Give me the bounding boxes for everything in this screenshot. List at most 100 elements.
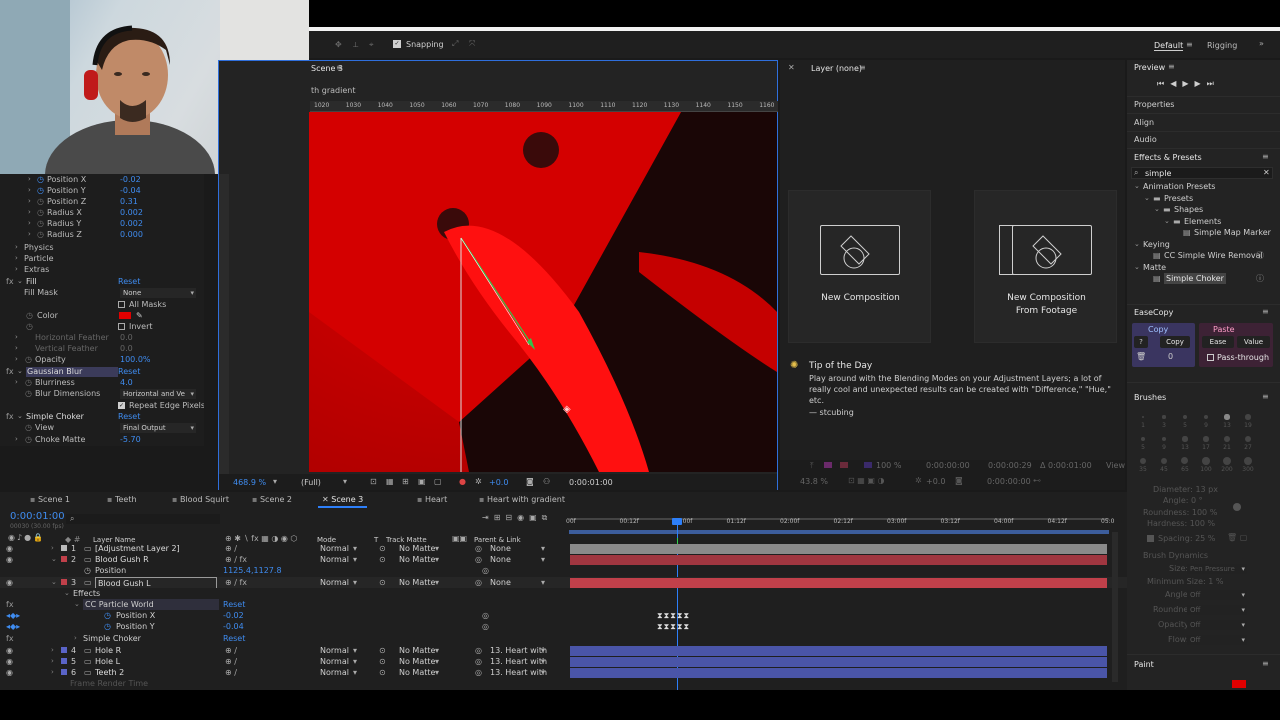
preset-tree-item[interactable]: ⌄ ▬ Elements [1127, 216, 1277, 227]
comp-timecode[interactable]: 0:00:01:00 [569, 478, 613, 487]
mode-dropdown-icon[interactable]: ▾ [353, 543, 357, 554]
layer-panel-title[interactable]: Layer (none) [811, 64, 862, 73]
brush-tip[interactable]: 9 [1196, 410, 1216, 430]
preset-tree-item[interactable]: ⌄ ▬ Shapes [1127, 204, 1277, 215]
stopwatch-icon[interactable]: ◷ [37, 185, 44, 196]
timeline-tab[interactable]: ▪ Teeth [103, 492, 141, 508]
stopwatch-icon[interactable]: ◷ [37, 218, 44, 229]
effect-value[interactable]: 0.31 [120, 196, 138, 207]
size-dropdown[interactable]: Pen Pressure [1187, 564, 1247, 574]
property-value[interactable]: 1125.4,1127.8 [223, 565, 282, 576]
layer-duration-bar[interactable] [570, 657, 1107, 667]
grid-icon[interactable]: ⊞ [402, 477, 409, 486]
eye-icon[interactable]: ◉ [6, 667, 13, 678]
reset-link[interactable]: Reset [118, 366, 140, 377]
roundness-dropdown[interactable]: Off [1187, 605, 1247, 615]
effect-value[interactable]: 100.0% [120, 354, 151, 365]
matte-dropdown-icon[interactable]: ▾ [435, 543, 439, 554]
timeline-tab[interactable]: ▪ Heart [413, 492, 451, 508]
brushes-title[interactable]: Brushes [1134, 393, 1166, 402]
panel-menu-icon[interactable]: ≡ [336, 63, 343, 72]
timeline-tab[interactable]: ▪ Heart with gradient [475, 492, 569, 508]
brush-tip[interactable]: 200 [1217, 454, 1237, 474]
eyedropper-icon[interactable]: ✎ [136, 310, 143, 321]
brush-tip[interactable]: 1 [1133, 410, 1153, 430]
effect-value[interactable]: 0.002 [120, 218, 143, 229]
brush-icons[interactable]: 🗑 ▢ [1227, 533, 1247, 542]
pickwhip-icon[interactable]: ◎ [475, 656, 482, 667]
align-title[interactable]: Align [1134, 118, 1154, 127]
hand-tool-icon[interactable]: ✥ [335, 40, 342, 49]
close-icon[interactable]: ✕ [322, 495, 331, 504]
label-color-swatch[interactable] [61, 579, 67, 585]
layer-row[interactable]: ◉ › 6 ▭ Teeth 2 ⊕ ∕ Normal ▾ ⊙ No Matte … [0, 667, 1127, 678]
pickwhip-icon[interactable]: ◎ [475, 543, 482, 554]
layer-timecode[interactable]: 0:00:00:00 [987, 477, 1031, 486]
fill-mask-dropdown[interactable]: None [120, 288, 196, 298]
matte-dropdown-icon[interactable]: ▾ [435, 667, 439, 678]
timeline-tab[interactable]: ▪ Scene 1 [26, 492, 74, 508]
layer-row[interactable]: ◉ › 5 ▭ Hole L ⊕ ∕ Normal ▾ ⊙ No Matte ▾… [0, 656, 1127, 667]
fullscreen-icon[interactable]: ⊡ [370, 477, 377, 486]
mode-dropdown-icon[interactable]: ▾ [353, 554, 357, 565]
pin-tool-icon[interactable]: ⟂ [353, 40, 358, 50]
brush-tip[interactable]: 19 [1238, 410, 1258, 430]
layer-row[interactable]: ◉ ⌄ 2 ▭ Blood Gush R ⊕ ∕ fx Normal ▾ ⊙ N… [0, 554, 1127, 565]
stopwatch-icon[interactable]: ◷ [84, 565, 91, 576]
color-management-icon[interactable]: ✲ [475, 477, 482, 486]
workspace-overflow-icon[interactable]: » [1259, 39, 1264, 48]
matte-source-icon[interactable]: ⊙ [379, 667, 386, 678]
parent-dropdown-icon[interactable]: ▾ [541, 656, 545, 667]
trash-icon[interactable]: 🗑 [1136, 352, 1146, 361]
chevron-down-icon[interactable]: ⌄ [64, 588, 70, 599]
layer-row[interactable]: ◉ › 1 ▭ [Adjustment Layer 2] ⊕ ∕ Normal … [0, 543, 1127, 554]
snap-option-icon[interactable]: ⤢ [452, 39, 458, 49]
expand-icon[interactable]: › [51, 667, 54, 678]
preset-tree-item[interactable]: ⌄ Matte [1127, 262, 1277, 273]
keyframe-icons[interactable]: ⧗⧗⧗⧗⧗ [657, 610, 690, 621]
effect-value[interactable]: -0.04 [120, 185, 141, 196]
chevron-down-icon[interactable]: ⌄ [1144, 193, 1150, 204]
layer-name[interactable]: Hole R [95, 645, 121, 656]
mode-dropdown-icon[interactable]: ▾ [353, 656, 357, 667]
pass-through-checkbox[interactable] [1207, 354, 1214, 361]
keyframe-nav-icon[interactable]: ◂◆▸ [6, 621, 20, 632]
matte-dropdown-icon[interactable]: ▾ [435, 645, 439, 656]
layer-name[interactable]: Teeth 2 [95, 667, 124, 678]
matte-source-icon[interactable]: ⊙ [379, 656, 386, 667]
brush-grid[interactable]: 1 3 5 9 13 19 5 9 13 17 21 27 35 45 65 100 200 300 [1133, 410, 1273, 480]
particle-group[interactable]: › Particle [0, 253, 204, 264]
layer-track-matte[interactable]: No Matte [399, 656, 435, 667]
view-dropdown[interactable]: Final Output [120, 423, 196, 433]
stopwatch-icon[interactable]: ◷ [37, 229, 44, 240]
stopwatch-icon[interactable]: ◷ [26, 310, 33, 321]
workspace-menu-icon[interactable]: ≡ [1186, 40, 1193, 49]
color-swatch[interactable] [119, 312, 131, 319]
clear-search-icon[interactable]: ✕ [1263, 168, 1270, 177]
stopwatch-icon[interactable]: ◷ [26, 321, 33, 332]
layer-tool-icons[interactable]: ⊡ ▦ ▣ ◑ [848, 476, 884, 485]
layer-parent[interactable]: 13. Heart with [490, 645, 547, 656]
layer-zoom[interactable]: 43.8 % [800, 477, 828, 486]
expression-pickwhip-icon[interactable]: ◎ [482, 621, 489, 632]
panel-menu-icon[interactable]: ≡ [1262, 152, 1269, 161]
keyframe-icons[interactable]: ⧗⧗⧗⧗⧗ [657, 621, 690, 632]
eye-icon[interactable]: ◉ [6, 656, 13, 667]
brush-tip[interactable]: 21 [1217, 432, 1237, 452]
stopwatch-icon[interactable]: ◷ [37, 207, 44, 218]
ease-button[interactable]: Ease [1202, 336, 1234, 348]
fx-icon[interactable]: fx [6, 411, 14, 422]
chevron-down-icon[interactable]: ⌄ [1134, 181, 1140, 192]
effect-value[interactable]: 0.002 [120, 207, 143, 218]
reset-link[interactable]: Reset [223, 599, 245, 610]
layer-switch-icons[interactable]: ⊕ ∕ [225, 667, 237, 678]
stopwatch-icon[interactable]: ◷ [37, 196, 44, 207]
repeat-edge-checkbox[interactable]: ✓ [118, 402, 125, 409]
layer-track-matte[interactable]: No Matte [399, 667, 435, 678]
effect-value[interactable]: -0.02 [120, 174, 141, 185]
chevron-down-icon[interactable]: ⌄ [1164, 216, 1170, 227]
snapping-checkbox[interactable]: ✓ [393, 40, 401, 48]
matte-dropdown-icon[interactable]: ▾ [435, 554, 439, 565]
layer-track-matte[interactable]: No Matte [399, 645, 435, 656]
layer-switch-icons[interactable]: ⊕ ∕ [225, 645, 237, 656]
